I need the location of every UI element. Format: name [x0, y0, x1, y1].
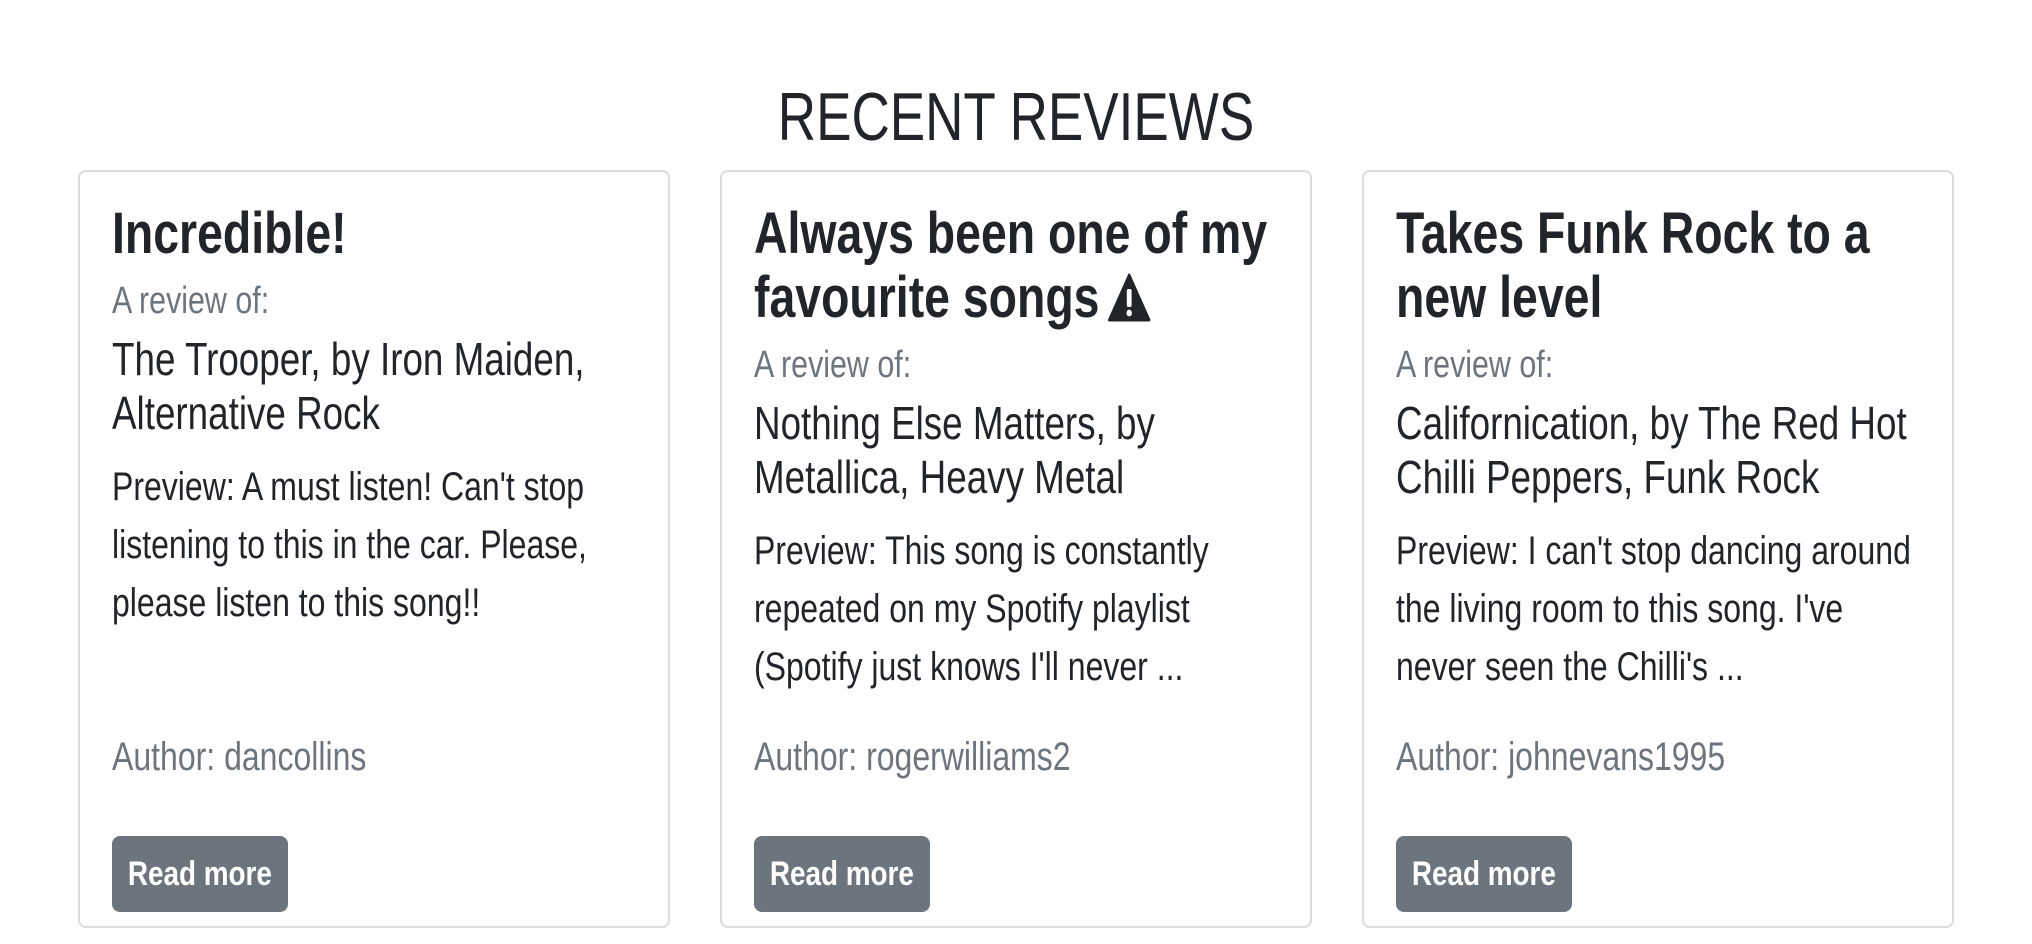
review-title: Incredible!: [112, 202, 642, 266]
review-card-body: Takes Funk Rock to a new level A review …: [1396, 202, 1926, 696]
review-card-body: Always been one of my favourite songs A …: [754, 202, 1284, 696]
read-more-label: Read more: [769, 854, 915, 893]
review-author-text: Author: johnevans1995: [1396, 735, 1726, 779]
warning-triangle-icon: [1107, 273, 1151, 322]
review-card-content: Always been one of my favourite songs A …: [754, 202, 1284, 696]
review-card-body: Incredible! A review of: The Trooper, by…: [112, 202, 642, 632]
read-more-label: Read more: [127, 854, 273, 893]
review-card-content: Incredible! A review of: The Trooper, by…: [112, 202, 642, 632]
review-author: Author: dancollins: [112, 732, 430, 782]
review-card: Takes Funk Rock to a new level A review …: [1362, 170, 1954, 928]
review-author-text: Author: dancollins: [112, 735, 367, 779]
review-preview: Preview: This song is constantly repeate…: [754, 529, 1209, 689]
review-title-text: Incredible!: [112, 201, 347, 266]
reviewed-song: Nothing Else Matters, by Metallica, Heav…: [754, 397, 1155, 503]
review-author-text: Author: rogerwilliams2: [754, 735, 1071, 779]
review-subtitle: A review of:: [112, 280, 270, 322]
review-card: Always been one of my favourite songs A …: [720, 170, 1312, 928]
section-title: RECENT REVIEWS: [777, 78, 1255, 155]
review-title: Always been one of my favourite songs: [754, 202, 1284, 330]
review-card: Incredible! A review of: The Trooper, by…: [78, 170, 670, 928]
review-title-text: Takes Funk Rock to a new level: [1396, 201, 1870, 330]
review-subtitle: A review of:: [754, 344, 912, 386]
review-author: Author: johnevans1995: [1396, 732, 1807, 782]
reviewed-song: The Trooper, by Iron Maiden, Alternative…: [112, 333, 585, 439]
review-preview: Preview: I can't stop dancing around the…: [1396, 529, 1911, 689]
review-title: Takes Funk Rock to a new level: [1396, 202, 1926, 330]
review-title-text: Always been one of my favourite songs: [754, 201, 1268, 330]
review-subtitle: A review of:: [1396, 344, 1554, 386]
read-more-button[interactable]: Read more: [1396, 836, 1572, 912]
reviewed-song: Californication, by The Red Hot Chilli P…: [1396, 397, 1907, 503]
review-card-content: Takes Funk Rock to a new level A review …: [1396, 202, 1926, 696]
review-card-list: Incredible! A review of: The Trooper, by…: [78, 170, 1954, 930]
review-preview: Preview: A must listen! Can't stop liste…: [112, 465, 587, 625]
read-more-label: Read more: [1411, 854, 1557, 893]
read-more-button[interactable]: Read more: [112, 836, 288, 912]
read-more-button[interactable]: Read more: [754, 836, 930, 912]
review-author: Author: rogerwilliams2: [754, 732, 1150, 782]
